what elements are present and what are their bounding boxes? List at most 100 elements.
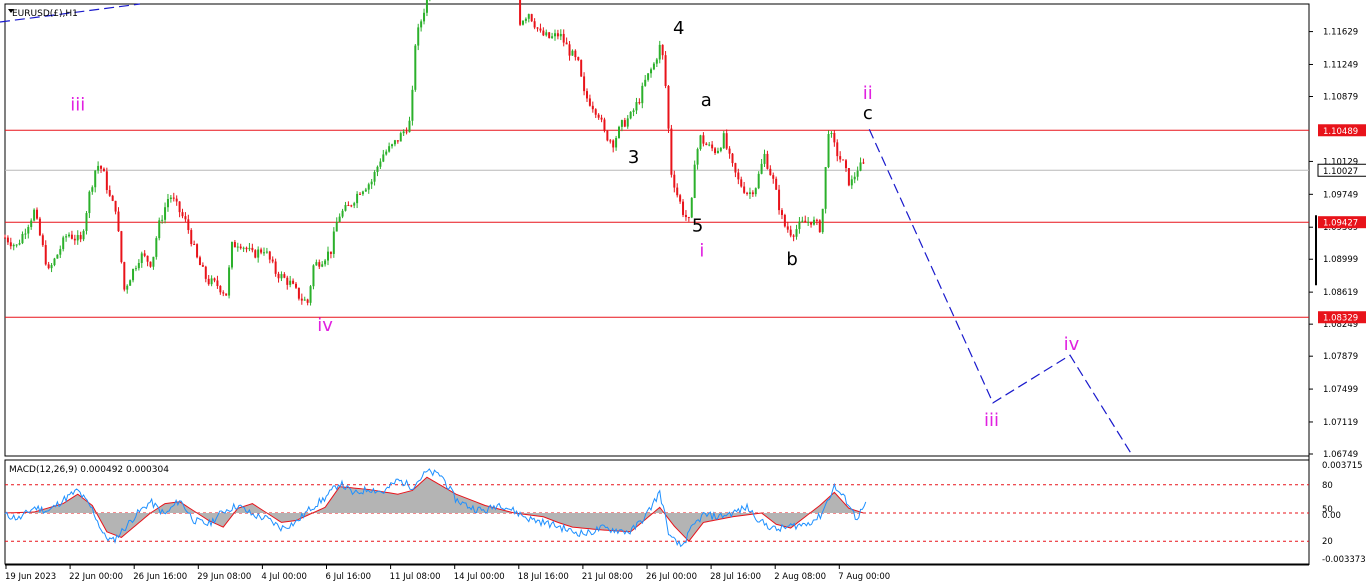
axis-scroll-marker[interactable]	[1315, 215, 1317, 286]
price-tick-label: 1.08999	[1323, 255, 1358, 265]
time-tick-label: 26 Jun 16:00	[133, 572, 187, 582]
candle-body	[292, 280, 295, 284]
candle-body	[309, 286, 312, 303]
wave-label-3: ii	[863, 83, 873, 104]
price-tick-label: 1.07879	[1323, 352, 1358, 362]
symbol-label: EURUSD(£),H1	[12, 9, 78, 19]
candle-body	[551, 36, 554, 38]
candle-body	[248, 247, 251, 250]
candle-body	[79, 235, 82, 240]
candle-body	[827, 134, 830, 168]
candle-body	[76, 235, 79, 241]
candle-body	[353, 203, 356, 206]
wave-label-12: iv	[1064, 334, 1080, 355]
candle-body	[251, 247, 254, 251]
candle-body	[425, 0, 428, 13]
candle-body	[606, 130, 609, 141]
candle-body	[815, 219, 818, 221]
candle-body	[108, 190, 111, 196]
candle-body	[647, 73, 650, 80]
candle-body	[91, 187, 94, 192]
candle-body	[370, 181, 373, 185]
candle-body	[842, 159, 845, 161]
candle-body	[661, 44, 664, 56]
candle-body	[105, 171, 108, 191]
candle-body	[830, 132, 833, 135]
candle-body	[818, 220, 821, 233]
current-price-badge-label: 1.10027	[1323, 167, 1358, 177]
candle-body	[577, 57, 580, 61]
candle-body	[30, 220, 33, 228]
candle-body	[580, 60, 583, 77]
candle-body	[594, 109, 597, 115]
price-chart-pane[interactable]	[4, 3, 1310, 457]
macd-tick-label: -0.003373	[1322, 555, 1366, 565]
candle-body	[100, 165, 103, 169]
candle-body	[297, 287, 300, 299]
candle-body	[716, 150, 719, 153]
candle-body	[583, 76, 586, 92]
candle-body	[169, 197, 172, 199]
candle-body	[178, 201, 181, 213]
candle-body	[399, 133, 402, 142]
candle-body	[254, 250, 257, 258]
candle-body	[210, 278, 213, 285]
candle-body	[850, 179, 853, 186]
candle-body	[242, 247, 245, 249]
candle-body	[230, 242, 233, 268]
candle-body	[618, 126, 621, 139]
candle-body	[740, 179, 743, 187]
candle-body	[216, 280, 219, 286]
candle-body	[347, 205, 350, 207]
candle-body	[280, 274, 283, 279]
candle-body	[553, 33, 556, 37]
candle-body	[536, 27, 539, 29]
candle-body	[300, 298, 303, 301]
candle-body	[414, 45, 417, 90]
candle-body	[658, 44, 661, 60]
candle-body	[562, 33, 565, 43]
candle-body	[149, 261, 152, 267]
wave-label-9: b	[786, 249, 797, 270]
candle-body	[632, 110, 635, 112]
wave-label-1: 4	[673, 18, 684, 39]
candle-body	[196, 244, 199, 258]
candle-body	[423, 12, 426, 22]
candle-body	[315, 262, 318, 266]
candle-body	[786, 226, 789, 230]
candle-body	[405, 131, 408, 133]
price-tick-label: 1.06749	[1323, 450, 1358, 460]
candle-body	[571, 50, 574, 56]
candle-body	[268, 251, 271, 260]
candle-body	[36, 209, 39, 219]
candle-body	[757, 173, 760, 189]
level-price-badge-label: 1.09427	[1323, 219, 1358, 229]
candle-body	[324, 260, 327, 265]
candle-body	[708, 144, 711, 146]
candle-body	[545, 32, 548, 36]
candle-body	[312, 265, 315, 287]
candle-body	[73, 238, 76, 241]
candle-body	[699, 135, 702, 150]
candle-body	[97, 165, 100, 171]
candle-body	[70, 234, 73, 239]
macd-tick-label: 80	[1322, 481, 1333, 491]
candle-body	[222, 292, 225, 294]
level-price-badge-label: 1.08329	[1323, 314, 1358, 324]
wave-label-8: i	[699, 241, 704, 262]
candle-body	[641, 85, 644, 104]
candle-body	[789, 229, 792, 236]
candle-body	[332, 231, 335, 254]
candle-body	[286, 277, 289, 285]
time-tick-label: 26 Jul 00:00	[646, 572, 697, 582]
candle-body	[565, 42, 568, 45]
candle-body	[359, 193, 362, 195]
candle-body	[59, 249, 62, 255]
candle-body	[748, 192, 751, 194]
candle-body	[775, 178, 778, 190]
candle-body	[728, 148, 731, 154]
wave-label-6: 3	[628, 147, 639, 168]
time-tick-label: 19 Jun 2023	[5, 572, 56, 582]
candle-body	[542, 30, 545, 36]
candle-body	[411, 89, 414, 121]
